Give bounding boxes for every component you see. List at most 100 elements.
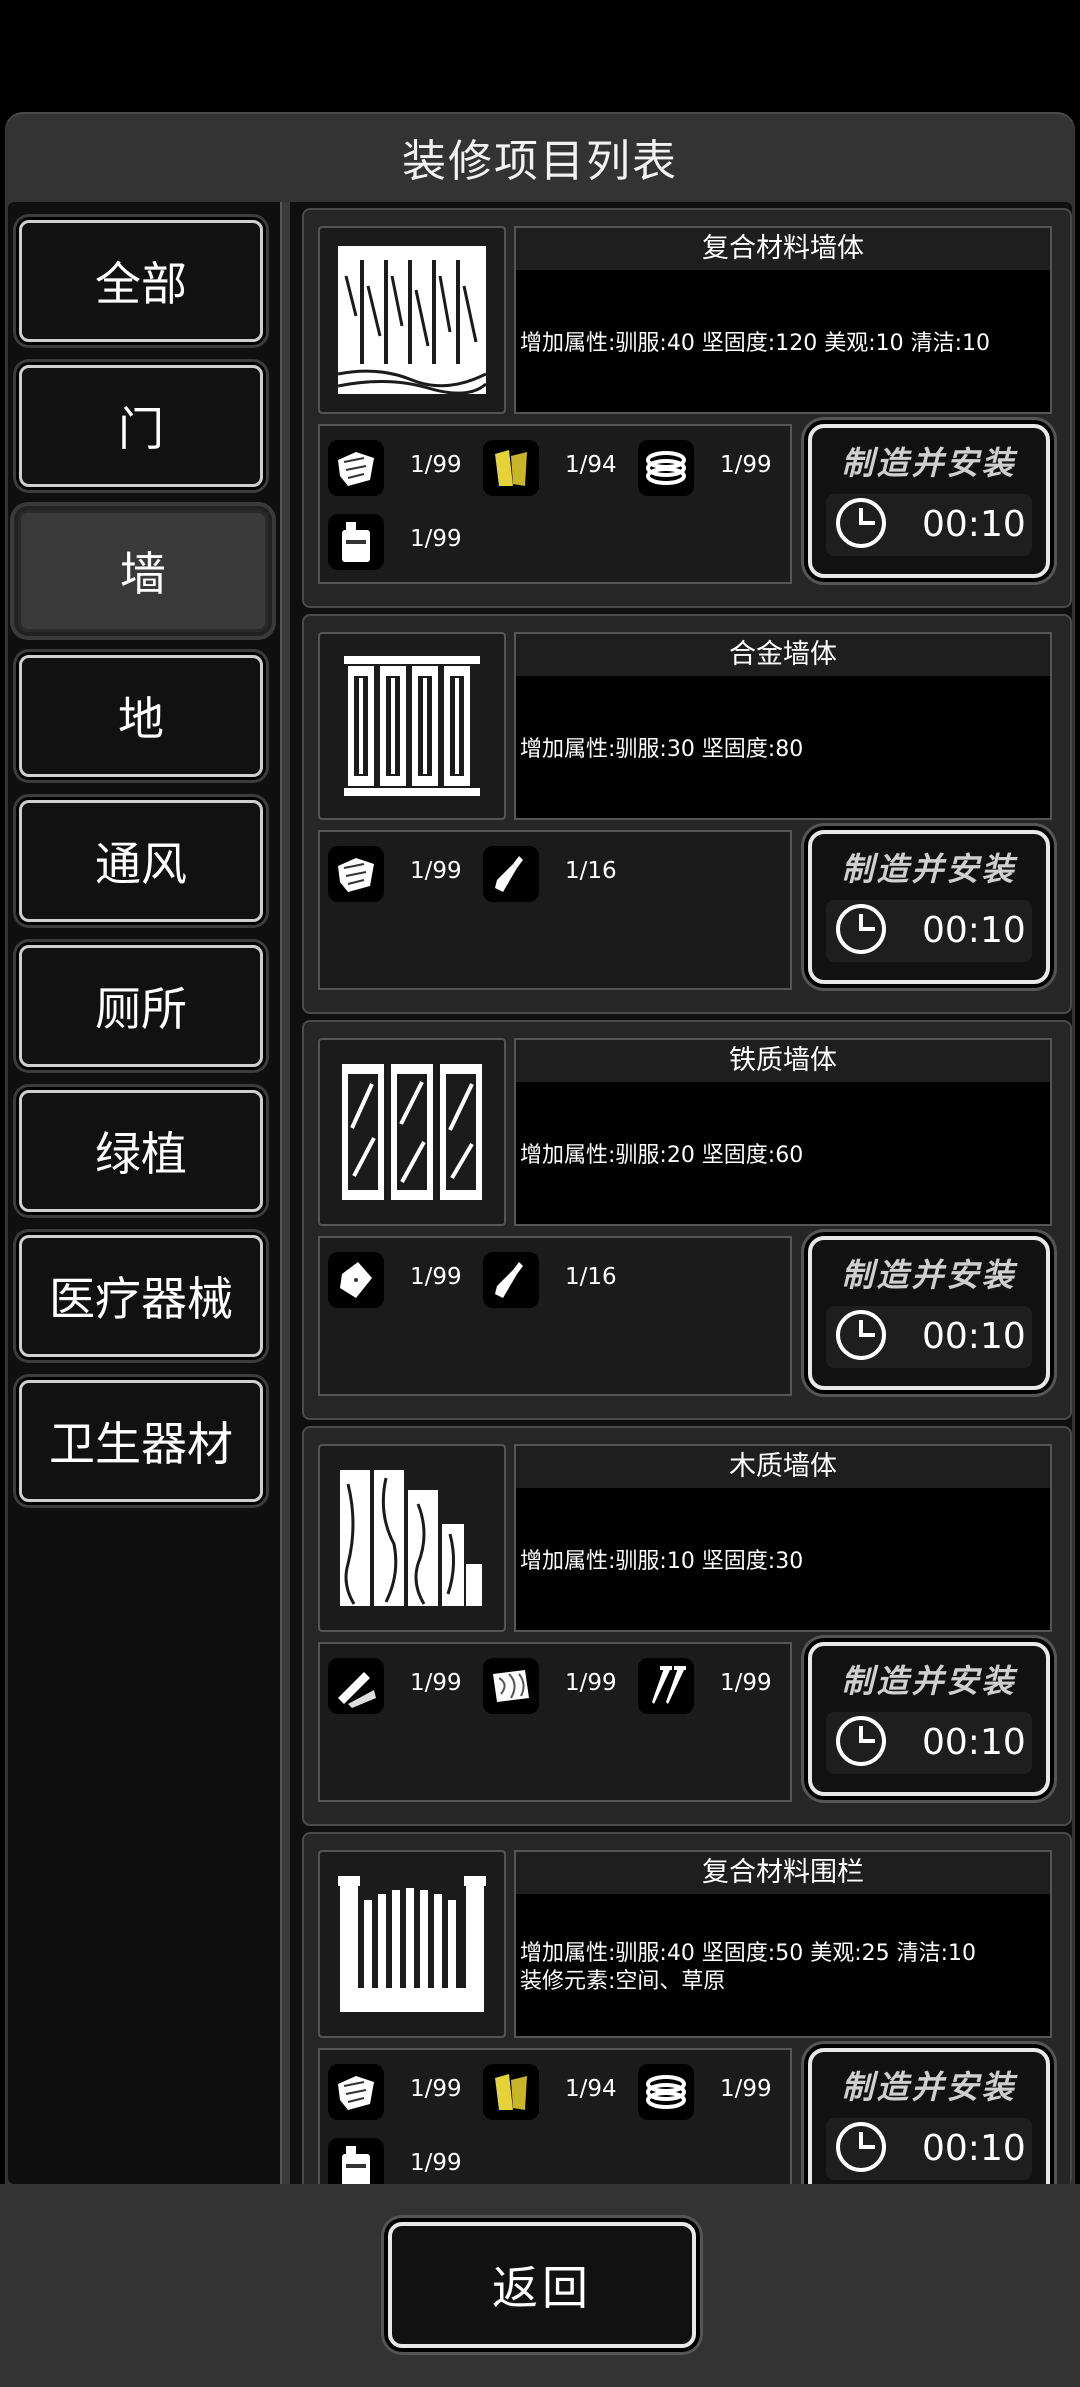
cable-coil-icon — [638, 2064, 694, 2120]
material-slot[interactable]: 1/16 — [475, 1246, 635, 1308]
item-thumbnail — [318, 632, 506, 820]
scrap-metal-icon — [328, 2064, 384, 2120]
material-quantity: 1/99 — [410, 2150, 462, 2176]
tab-floor[interactable]: 地 — [19, 655, 263, 777]
tab-label: 卫生器材 — [49, 1417, 233, 1471]
craft-time: 00:10 — [826, 900, 1032, 962]
craft-install-button[interactable]: 制造并安装 00:10 — [808, 424, 1050, 578]
attribute-line: 增加属性:驯服:40 坚固度:50 美观:25 清洁:10 — [520, 1941, 977, 1966]
craft-button-label: 制造并安装 — [841, 1256, 1017, 1294]
tab-label: 门 — [118, 402, 164, 456]
craft-button-label: 制造并安装 — [841, 1662, 1017, 1700]
scrap-metal-icon — [328, 846, 384, 902]
material-quantity: 1/99 — [410, 1264, 462, 1290]
item-name: 复合材料墙体 — [516, 228, 1050, 270]
material-slot[interactable]: 1/99 — [320, 1652, 480, 1714]
clock-icon — [836, 1310, 886, 1360]
material-slot[interactable]: 1/99 — [630, 434, 790, 496]
glue-tube-icon — [483, 1252, 539, 1308]
yellow-plank-icon — [483, 440, 539, 496]
attribute-line: 增加属性:驯服:20 坚固度:60 — [520, 1143, 804, 1168]
materials-panel: 1/99 1/16 — [318, 1236, 792, 1396]
nails-icon — [638, 1658, 694, 1714]
back-button[interactable]: 返回 — [388, 2222, 696, 2348]
content-area: 全部 门 墙 地 通风 厕所 绿植 医疗器械 卫生器材 复合材料墙体 增加属性:… — [8, 202, 1072, 2184]
jerrycan-icon — [328, 514, 384, 570]
item-name: 木质墙体 — [516, 1446, 1050, 1488]
item-attributes: 增加属性:驯服:20 坚固度:60 — [520, 1096, 1046, 1216]
material-quantity: 1/99 — [720, 1670, 772, 1696]
item-name: 铁质墙体 — [516, 1040, 1050, 1082]
iron-wall-icon — [342, 1064, 482, 1200]
item-thumbnail — [318, 1850, 506, 2038]
material-slot[interactable]: 1/99 — [320, 434, 480, 496]
attribute-line: 增加属性:驯服:40 坚固度:120 美观:10 清洁:10 — [520, 331, 991, 356]
material-quantity: 1/99 — [410, 526, 462, 552]
metal-plate-icon — [328, 1252, 384, 1308]
wood-planks-icon — [328, 1658, 384, 1714]
tab-door[interactable]: 门 — [19, 365, 263, 487]
material-quantity: 1/16 — [565, 858, 617, 884]
material-quantity: 1/99 — [410, 2076, 462, 2102]
material-quantity: 1/94 — [565, 452, 617, 478]
material-slot[interactable]: 1/99 — [630, 2058, 790, 2120]
craft-time-value: 00:10 — [922, 1722, 1026, 1763]
scrap-metal-icon — [328, 440, 384, 496]
list-item-wood-wall: 木质墙体 增加属性:驯服:10 坚固度:30 1/99 1/99 1/99 制造… — [302, 1426, 1072, 1826]
item-attributes: 增加属性:驯服:40 坚固度:50 美观:25 清洁:10 装修元素:空间、草原 — [520, 1908, 1046, 2028]
materials-panel: 1/99 1/94 1/99 1/99 — [318, 424, 792, 584]
sidebar-scroll-divider[interactable] — [280, 202, 290, 2184]
tab-ventilation[interactable]: 通风 — [19, 800, 263, 922]
tab-sanitary[interactable]: 卫生器材 — [19, 1380, 263, 1502]
tab-label: 绿植 — [95, 1127, 187, 1181]
tab-label: 全部 — [95, 257, 187, 311]
craft-time: 00:10 — [826, 2118, 1032, 2180]
craft-install-button[interactable]: 制造并安装 00:10 — [808, 1236, 1050, 1390]
material-quantity: 1/99 — [565, 1670, 617, 1696]
item-list[interactable]: 复合材料墙体 增加属性:驯服:40 坚固度:120 美观:10 清洁:10 1/… — [294, 202, 1072, 2184]
material-slot[interactable]: 1/16 — [475, 840, 635, 902]
craft-button-label: 制造并安装 — [841, 850, 1017, 888]
craft-time-value: 00:10 — [922, 2128, 1026, 2169]
tab-wall[interactable]: 墙 — [18, 510, 268, 632]
material-slot[interactable]: 1/99 — [320, 1246, 480, 1308]
jerrycan-icon — [328, 2138, 384, 2184]
craft-button-label: 制造并安装 — [841, 444, 1017, 482]
clock-icon — [836, 498, 886, 548]
item-name: 复合材料围栏 — [516, 1852, 1050, 1894]
material-slot[interactable]: 1/99 — [630, 1652, 790, 1714]
tab-all[interactable]: 全部 — [19, 220, 263, 342]
material-slot[interactable]: 1/99 — [320, 2058, 480, 2120]
item-info: 铁质墙体 增加属性:驯服:20 坚固度:60 — [514, 1038, 1052, 1226]
tab-toilet[interactable]: 厕所 — [19, 945, 263, 1067]
fence-icon — [338, 1876, 486, 2012]
material-slot[interactable]: 1/99 — [320, 2132, 480, 2184]
item-attributes: 增加属性:驯服:30 坚固度:80 — [520, 690, 1046, 810]
craft-install-button[interactable]: 制造并安装 00:10 — [808, 1642, 1050, 1796]
item-thumbnail — [318, 1444, 506, 1632]
item-info: 复合材料围栏 增加属性:驯服:40 坚固度:50 美观:25 清洁:10 装修元… — [514, 1850, 1052, 2038]
material-slot[interactable]: 1/94 — [475, 434, 635, 496]
tab-label: 厕所 — [95, 982, 187, 1036]
list-item-composite-wall: 复合材料墙体 增加属性:驯服:40 坚固度:120 美观:10 清洁:10 1/… — [302, 208, 1072, 608]
material-slot[interactable]: 1/99 — [320, 508, 480, 570]
craft-button-label: 制造并安装 — [841, 2068, 1017, 2106]
item-thumbnail — [318, 1038, 506, 1226]
material-quantity: 1/99 — [720, 2076, 772, 2102]
tab-label: 地 — [118, 692, 164, 746]
craft-install-button[interactable]: 制造并安装 00:10 — [808, 2048, 1050, 2184]
tab-label: 通风 — [95, 837, 187, 891]
log-icon — [483, 1658, 539, 1714]
yellow-plank-icon — [483, 2064, 539, 2120]
tab-medical[interactable]: 医疗器械 — [19, 1235, 263, 1357]
craft-install-button[interactable]: 制造并安装 00:10 — [808, 830, 1050, 984]
cable-coil-icon — [638, 440, 694, 496]
material-slot[interactable]: 1/94 — [475, 2058, 635, 2120]
material-slot[interactable]: 1/99 — [475, 1652, 635, 1714]
material-slot[interactable]: 1/99 — [320, 840, 480, 902]
materials-panel: 1/99 1/16 — [318, 830, 792, 990]
material-quantity: 1/99 — [410, 858, 462, 884]
tab-plants[interactable]: 绿植 — [19, 1090, 263, 1212]
materials-panel: 1/99 1/94 1/99 1/99 — [318, 2048, 792, 2184]
material-quantity: 1/94 — [565, 2076, 617, 2102]
